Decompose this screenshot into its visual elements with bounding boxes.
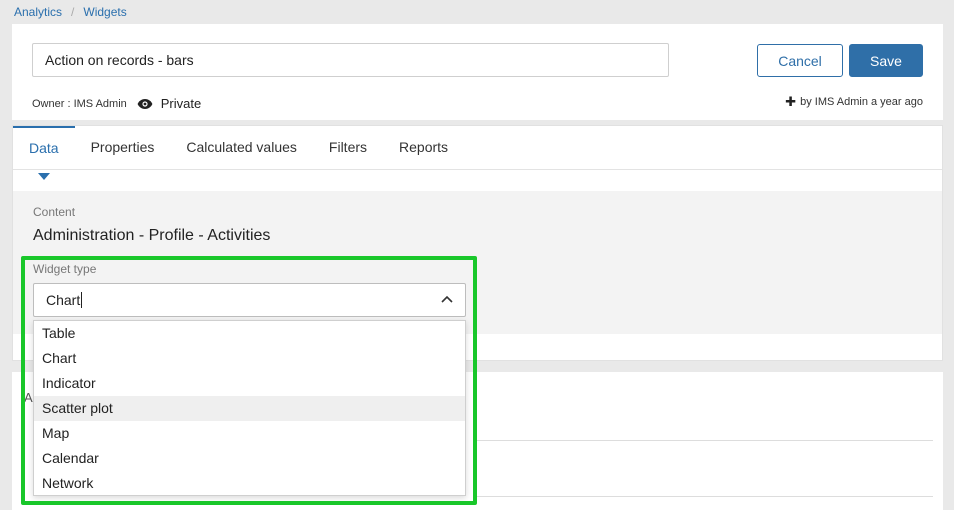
widget-type-value: Chart	[46, 292, 81, 308]
widget-type-dropdown: Table Chart Indicator Scatter plot Map C…	[33, 320, 466, 496]
breadcrumb-separator: /	[71, 5, 75, 19]
widget-title-input[interactable]	[32, 43, 669, 77]
widget-type-label: Widget type	[33, 262, 97, 276]
plus-icon: ✚	[785, 94, 797, 109]
tab-filters[interactable]: Filters	[313, 126, 383, 170]
option-scatter-plot[interactable]: Scatter plot	[34, 396, 465, 421]
save-button[interactable]: Save	[849, 44, 923, 77]
breadcrumb-widgets[interactable]: Widgets	[83, 5, 126, 19]
tab-bar: Data Properties Calculated values Filter…	[13, 126, 942, 180]
active-tab-caret	[37, 173, 50, 180]
option-map[interactable]: Map	[34, 421, 465, 446]
option-network[interactable]: Network	[34, 471, 465, 496]
chevron-up-icon[interactable]	[441, 295, 453, 303]
option-calendar[interactable]: Calendar	[34, 446, 465, 471]
tab-reports[interactable]: Reports	[383, 126, 464, 170]
tab-calculated-values[interactable]: Calculated values	[170, 126, 313, 170]
privacy-label: Private	[160, 96, 202, 111]
tab-data[interactable]: Data	[13, 126, 75, 180]
divider	[474, 440, 933, 441]
widget-type-select[interactable]: Chart	[33, 283, 466, 317]
eye-icon[interactable]	[137, 98, 153, 110]
tab-properties-label: Properties	[90, 139, 155, 155]
tab-reports-label: Reports	[399, 139, 449, 155]
content-value: Administration - Profile - Activities	[33, 227, 271, 244]
divider	[474, 496, 933, 497]
option-indicator[interactable]: Indicator	[34, 371, 465, 396]
option-chart[interactable]: Chart	[34, 346, 465, 371]
owner-info: Owner : IMS Admin Private	[32, 96, 201, 111]
tab-properties[interactable]: Properties	[75, 126, 171, 170]
option-table[interactable]: Table	[34, 321, 465, 346]
owner-label: Owner : IMS Admin	[32, 97, 127, 110]
widget-header: Cancel Save Owner : IMS Admin Private ✚ …	[12, 24, 943, 120]
created-info: ✚ by IMS Admin a year ago	[785, 94, 923, 110]
tab-filters-label: Filters	[328, 139, 368, 155]
text-cursor	[81, 292, 83, 308]
partial-label: A	[24, 390, 33, 405]
tab-data-label: Data	[29, 140, 59, 156]
breadcrumb-analytics[interactable]: Analytics	[14, 5, 62, 19]
tab-calculated-values-label: Calculated values	[186, 139, 297, 155]
breadcrumb: Analytics / Widgets	[14, 5, 127, 19]
created-by-label: by IMS Admin a year ago	[800, 96, 923, 108]
cancel-button[interactable]: Cancel	[757, 44, 843, 77]
content-label: Content	[33, 205, 76, 219]
